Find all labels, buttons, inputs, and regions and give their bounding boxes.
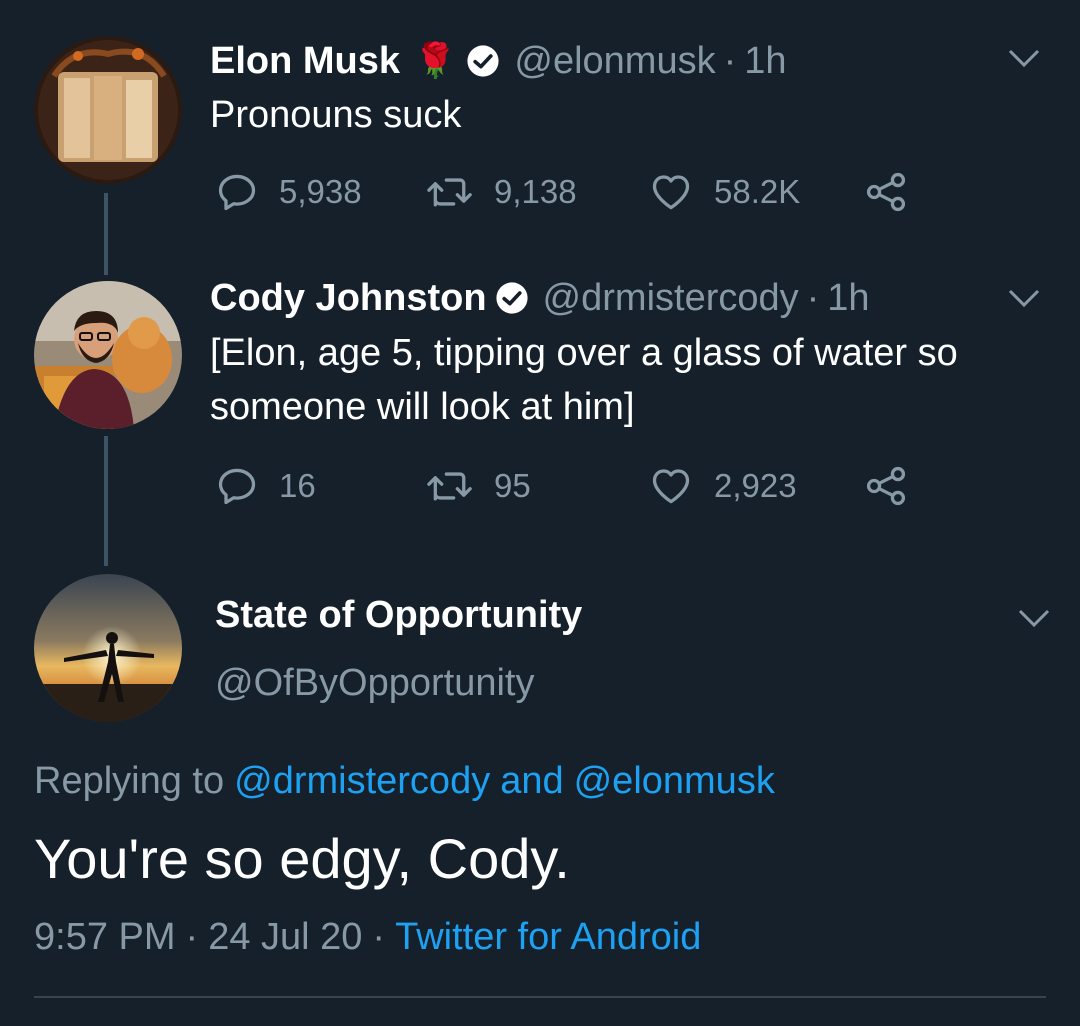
share-action[interactable]	[864, 464, 928, 508]
share-action[interactable]	[864, 170, 928, 214]
reply-count: 16	[279, 467, 316, 504]
reply-count: 5,938	[279, 173, 362, 210]
like-action[interactable]: 2,923	[648, 464, 797, 508]
retweet-icon	[427, 178, 472, 207]
tweet-time[interactable]: 1h	[744, 40, 786, 83]
retweet-action[interactable]: 9,138	[426, 170, 577, 214]
and-word: and	[500, 759, 564, 802]
separator-dot: ·	[806, 276, 820, 319]
rose-emoji: 🌹	[414, 42, 457, 80]
like-action[interactable]: 58.2K	[648, 170, 800, 214]
heart-icon	[652, 175, 690, 210]
author-name[interactable]: Cody Johnston	[210, 277, 487, 320]
separator-dot: ·	[723, 39, 737, 82]
tweet-text-line: someone will look at him]	[210, 386, 635, 428]
like-count: 58.2K	[714, 173, 801, 210]
retweet-icon	[427, 472, 472, 501]
retweet-action[interactable]: 95	[426, 464, 531, 508]
main-author-handle[interactable]: @OfByOpportunity	[215, 662, 534, 705]
main-tweet-text: You're so edgy, Cody.	[34, 827, 570, 890]
mention-link[interactable]: @elonmusk	[574, 760, 775, 803]
avatar-cody-johnston[interactable]	[34, 281, 182, 429]
author-handle[interactable]: @drmistercody	[543, 277, 799, 320]
tweet-1-text: Pronouns suck	[210, 88, 461, 142]
divider	[34, 996, 1046, 998]
verified-badge-icon	[466, 44, 500, 78]
tweet-2-text: [Elon, age 5, tipping over a glass of wa…	[210, 326, 958, 434]
author-handle[interactable]: @elonmusk	[514, 40, 715, 83]
mention-link[interactable]: @drmistercody	[234, 760, 490, 803]
avatar-elon-musk[interactable]	[34, 36, 182, 184]
chevron-down-icon[interactable]	[1006, 286, 1042, 310]
reply-action[interactable]: 5,938	[215, 170, 362, 214]
separator-dot: ·	[372, 915, 386, 958]
like-count: 2,923	[714, 467, 797, 504]
separator-dot: ·	[185, 915, 199, 958]
tweet-2-header: Cody Johnston @drmistercody · 1h	[210, 273, 870, 323]
tweet-source-link[interactable]: Twitter for Android	[395, 916, 701, 959]
tweet-1-header: Elon Musk 🌹 @elonmusk · 1h	[210, 36, 787, 86]
tweet-time[interactable]: 1h	[827, 277, 869, 320]
author-name[interactable]: Elon Musk	[210, 40, 400, 83]
heart-icon	[652, 469, 690, 504]
tweet-date[interactable]: 24 Jul 20	[208, 916, 362, 959]
retweet-count: 9,138	[494, 173, 577, 210]
main-author-name[interactable]: State of Opportunity	[215, 594, 582, 637]
tweet-text-line: [Elon, age 5, tipping over a glass of wa…	[210, 332, 958, 374]
reply-icon	[218, 468, 256, 505]
replying-to: Replying to @drmistercody and @elonmusk	[34, 756, 775, 806]
tweet-text-line: Pronouns suck	[210, 94, 462, 136]
reply-icon	[218, 174, 256, 211]
share-icon	[866, 172, 906, 212]
reply-action[interactable]: 16	[215, 464, 316, 508]
replying-prefix: Replying to	[34, 759, 225, 802]
chevron-down-icon[interactable]	[1016, 606, 1052, 630]
chevron-down-icon[interactable]	[1006, 46, 1042, 70]
thread-line-1	[104, 193, 108, 275]
tweet-timestamp[interactable]: 9:57 PM	[34, 916, 176, 959]
verified-badge-icon	[495, 281, 529, 315]
share-icon	[866, 466, 906, 506]
tweet-meta: 9:57 PM · 24 Jul 20 · Twitter for Androi…	[34, 912, 701, 962]
avatar-state-of-opportunity[interactable]	[34, 574, 182, 722]
retweet-count: 95	[494, 467, 531, 504]
thread-line-2	[104, 436, 108, 566]
